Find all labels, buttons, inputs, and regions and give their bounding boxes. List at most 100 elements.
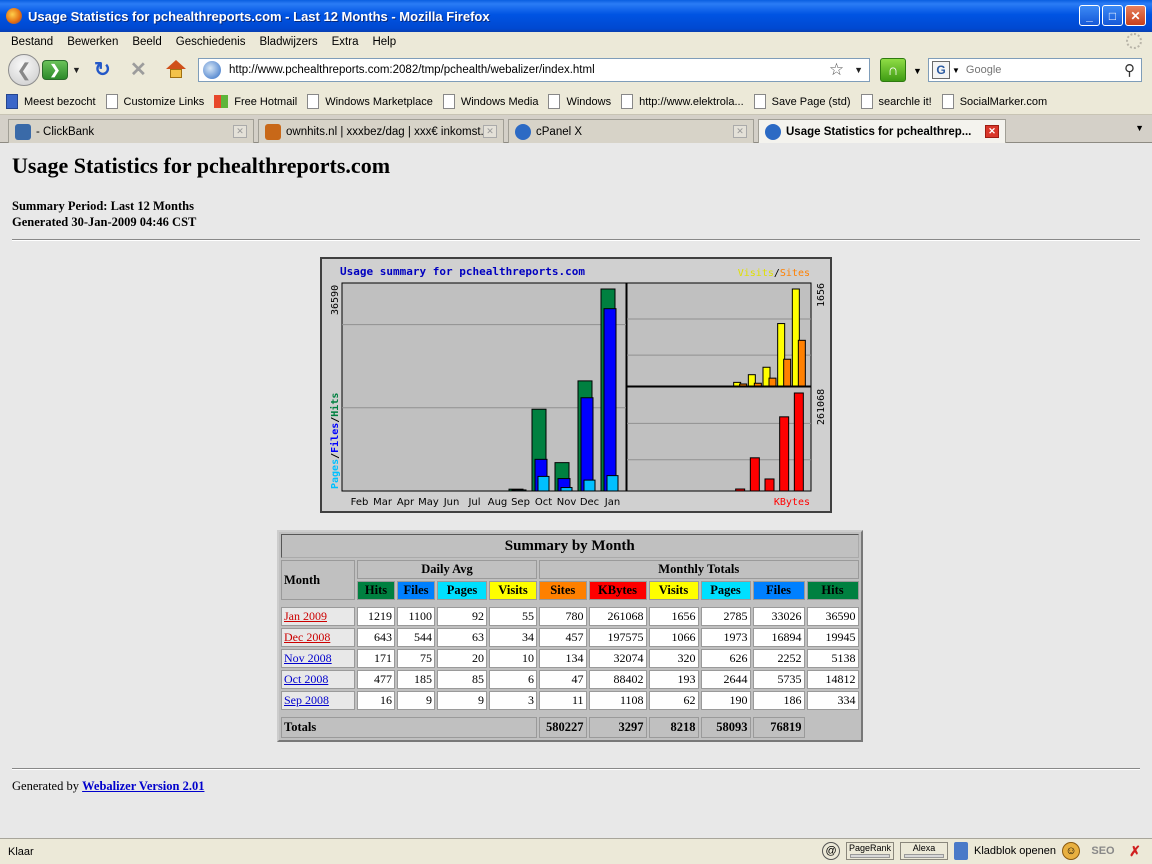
bookmark-meest-bezocht[interactable]: Meest bezocht <box>6 94 96 109</box>
table-cell: 6 <box>489 670 537 689</box>
extension-button[interactable]: ∩ <box>880 58 906 82</box>
table-cell: 33026 <box>752 607 805 626</box>
menu-bestand[interactable]: Bestand <box>4 36 60 48</box>
webalizer-link[interactable]: Webalizer Version 2.01 <box>82 779 204 793</box>
page-icon <box>753 94 766 109</box>
page-icon <box>941 94 954 109</box>
extension-dropdown-icon[interactable]: ▼ <box>913 66 922 76</box>
stop-icon[interactable]: ✕ <box>130 60 147 80</box>
month-link[interactable]: Oct 2008 <box>284 672 328 686</box>
y-max-label-top-right: 1656 <box>816 283 827 307</box>
table-cell: 16894 <box>752 628 805 647</box>
tab-ownhits[interactable]: ownhits.nl | xxxbez/dag | xxx€ inkomst..… <box>258 119 504 143</box>
search-engine-dropdown-icon[interactable]: ▼ <box>952 66 960 75</box>
throbber-icon <box>1126 33 1142 49</box>
totals-label: Totals <box>281 717 537 738</box>
page-icon <box>860 94 873 109</box>
tab-cpanel[interactable]: cPanel X ✕ <box>508 119 754 143</box>
alexa-widget[interactable]: Alexa <box>900 842 949 860</box>
bookmark-free-hotmail[interactable]: Free Hotmail <box>214 95 297 108</box>
home-icon[interactable] <box>166 60 186 80</box>
window-title: Usage Statistics for pchealthreports.com… <box>28 8 490 24</box>
tab-label: - ClickBank <box>36 125 95 138</box>
tab-clickbank[interactable]: - ClickBank ✕ <box>8 119 254 143</box>
x-tick-label: Aug <box>488 497 508 508</box>
table-cell: 16 <box>357 691 395 710</box>
url-dropdown-icon[interactable]: ▼ <box>854 65 863 75</box>
history-dropdown-icon[interactable]: ▼ <box>72 65 81 75</box>
table-row: Nov 2008 171 75 20 10 134 32074 320 626 2252 5138 <box>281 649 859 668</box>
tab-label: Usage Statistics for pchealthrep... <box>786 126 972 138</box>
y-label-files: Files <box>329 423 341 453</box>
menu-bewerken[interactable]: Bewerken <box>60 36 125 48</box>
page-icon <box>307 94 320 109</box>
bookmark-save-page[interactable]: Save Page (std) <box>753 94 851 109</box>
table-cell: 261068 <box>588 607 647 626</box>
menu-beeld[interactable]: Beeld <box>125 36 168 48</box>
menu-help[interactable]: Help <box>365 36 403 48</box>
summary-period: Summary Period: Last 12 Months <box>12 199 194 213</box>
bookmark-label: Windows Marketplace <box>325 95 433 108</box>
bookmark-elektrola[interactable]: http://www.elektrola... <box>621 94 744 109</box>
bookmark-customize-links[interactable]: Customize Links <box>105 94 204 109</box>
search-engine-icon[interactable]: G <box>932 61 950 79</box>
tab-usage-statistics[interactable]: Usage Statistics for pchealthrep... ✕ <box>758 119 1006 144</box>
bookmark-searchle[interactable]: searchle it! <box>860 94 932 109</box>
search-bar[interactable]: G ▼ ⚲ <box>928 58 1142 82</box>
back-button[interactable]: ❮ <box>8 54 40 86</box>
tab-close-icon[interactable]: ✕ <box>233 125 247 138</box>
menu-bladwijzers[interactable]: Bladwijzers <box>252 36 324 48</box>
windows-logo-icon <box>214 95 229 108</box>
menu-geschiedenis[interactable]: Geschiedenis <box>169 36 253 48</box>
search-icon[interactable]: ⚲ <box>1124 61 1135 79</box>
month-link[interactable]: Jan 2009 <box>284 609 327 623</box>
bookmark-star-icon[interactable]: ☆ <box>829 60 844 80</box>
table-cell: 55 <box>489 607 537 626</box>
address-bar[interactable]: http://www.pchealthreports.com:2082/tmp/… <box>198 58 870 82</box>
reload-icon[interactable]: ↻ <box>94 60 111 80</box>
page-title: Usage Statistics for pchealthreports.com <box>12 153 391 178</box>
seo-icon[interactable]: SEO <box>1086 842 1120 860</box>
tab-list-dropdown-icon[interactable]: ▼ <box>1135 123 1144 133</box>
notepad-open-label[interactable]: Kladblok openen <box>974 845 1056 857</box>
bookmark-label: SocialMarker.com <box>959 95 1048 108</box>
tab-favicon-icon <box>15 123 31 140</box>
notepad-icon <box>954 842 969 860</box>
y-max-label-bottom-right: 261068 <box>816 389 827 425</box>
tab-close-icon[interactable]: ✕ <box>483 125 497 138</box>
bookmark-socialmarker[interactable]: SocialMarker.com <box>941 94 1048 109</box>
table-cell: 1100 <box>397 607 435 626</box>
month-link[interactable]: Dec 2008 <box>284 630 330 644</box>
url-text[interactable]: http://www.pchealthreports.com:2082/tmp/… <box>229 64 829 76</box>
bookmark-windows[interactable]: Windows <box>548 94 611 109</box>
bookmark-label: Save Page (std) <box>771 95 851 108</box>
window-title-bar[interactable]: Usage Statistics for pchealthreports.com… <box>0 0 1152 32</box>
tab-bar: - ClickBank ✕ ownhits.nl | xxxbez/dag | … <box>0 115 1152 144</box>
bookmark-windows-marketplace[interactable]: Windows Marketplace <box>307 94 433 109</box>
tab-close-icon[interactable]: ✕ <box>733 125 747 138</box>
menu-extra[interactable]: Extra <box>325 36 366 48</box>
bar-sites <box>739 383 748 387</box>
disable-icon[interactable]: ✗ <box>1126 842 1144 860</box>
month-cell: Jan 2009 <box>281 607 355 626</box>
close-button[interactable]: ✕ <box>1125 5 1146 26</box>
month-link[interactable]: Sep 2008 <box>284 693 329 707</box>
table-cell: 5138 <box>806 649 859 668</box>
table-cell: 75 <box>397 649 435 668</box>
month-link[interactable]: Nov 2008 <box>284 651 332 665</box>
tab-close-icon[interactable]: ✕ <box>985 125 999 138</box>
bookmark-windows-media[interactable]: Windows Media <box>442 94 538 109</box>
search-input[interactable] <box>965 64 1124 76</box>
maximize-button[interactable]: □ <box>1102 5 1123 26</box>
table-cell: 1066 <box>648 628 699 647</box>
usage-chart-svg: Usage summary for pchealthreports.com Feb… <box>329 265 827 508</box>
pagerank-widget[interactable]: PageRank <box>846 842 895 860</box>
table-cell: 3 <box>489 691 537 710</box>
smiley-icon[interactable]: ☺ <box>1062 842 1080 860</box>
forward-button[interactable]: ❯ <box>42 60 68 80</box>
minimize-button[interactable]: _ <box>1079 5 1100 26</box>
page-icon <box>621 94 634 109</box>
site-favicon-icon <box>203 61 221 79</box>
bar-sites <box>753 382 762 387</box>
at-sign-icon[interactable]: @ <box>822 842 841 860</box>
